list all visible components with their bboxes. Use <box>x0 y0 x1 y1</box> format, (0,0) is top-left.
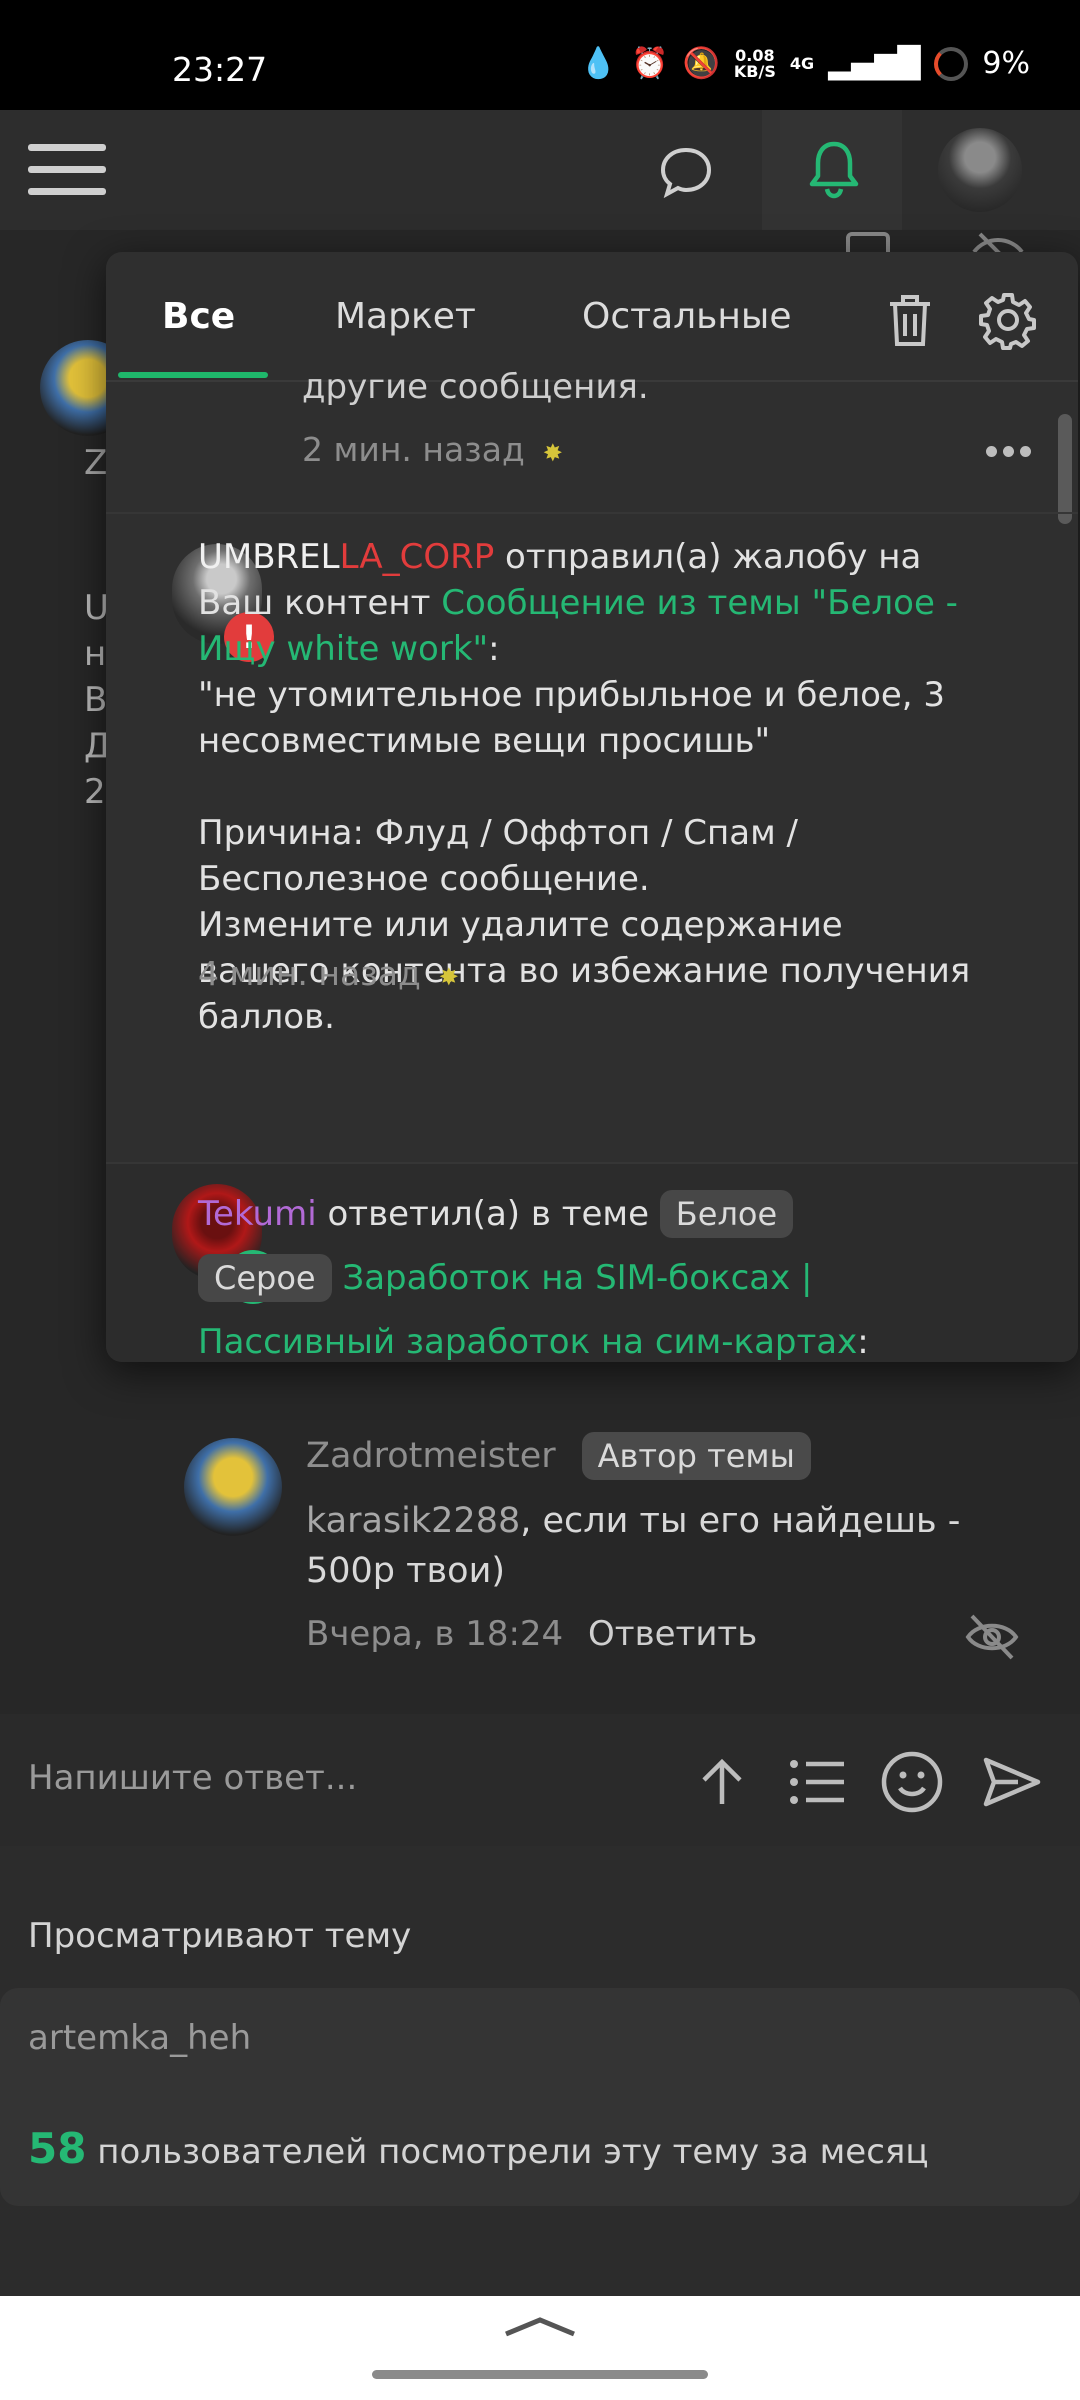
notification-item[interactable]: ! UMBRELLA_CORP отправил(а) жалобу на Ва… <box>106 512 1078 1037</box>
home-indicator[interactable] <box>372 2370 708 2379</box>
tab-other[interactable]: Остальные <box>582 296 792 337</box>
viewers-title: Просматривают тему <box>28 1916 412 1956</box>
avatar[interactable] <box>184 1438 282 1536</box>
reason-text: Причина: Флуд / Оффтоп / Спам / Бесполез… <box>198 813 798 899</box>
views-count: 58 <box>28 2124 87 2173</box>
tab-all[interactable]: Все <box>162 296 235 337</box>
app-header <box>0 110 1080 230</box>
list-icon[interactable] <box>788 1754 848 1810</box>
hide-post-icon[interactable] <box>964 1612 1020 1662</box>
notification-tabs: Все Маркет Остальные <box>106 252 1078 382</box>
popup-scrollbar[interactable] <box>1058 414 1072 524</box>
reply-input[interactable]: Напишите ответ... <box>28 1758 357 1798</box>
trash-icon[interactable] <box>886 292 934 348</box>
notification-body: Tekumi ответил(а) в теме Белое Серое Зар… <box>198 1182 978 1362</box>
alarm-icon: ⏰ <box>631 46 669 81</box>
mute-icon: 🔕 <box>682 46 720 81</box>
views-count-row: 58 пользователей посмотрели эту тему за … <box>28 2124 929 2173</box>
system-nav-bar <box>0 2296 1080 2400</box>
notification-time: 2 мин. назад <box>302 430 525 469</box>
network-speed: 0.08 KB/S <box>733 45 776 81</box>
user-avatar[interactable] <box>938 128 1022 212</box>
menu-icon[interactable] <box>28 136 106 202</box>
reply-bar: Напишите ответ... <box>0 1714 1080 1846</box>
send-icon[interactable] <box>982 1754 1042 1810</box>
tag-badge: Белое <box>659 1190 794 1238</box>
network-type: 4G <box>789 54 815 73</box>
author-badge: Автор темы <box>581 1432 811 1480</box>
active-tab-indicator <box>118 372 268 378</box>
chat-icon[interactable] <box>658 144 714 200</box>
notification-time-row: 2 мин. назад ✸ <box>302 430 563 469</box>
battery-icon <box>934 46 969 81</box>
notification-item[interactable]: Tekumi ответил(а) в теме Белое Серое Зар… <box>106 1162 1078 1362</box>
notification-time: 4 мин. назад <box>198 954 421 993</box>
reply-button[interactable]: Ответить <box>588 1614 757 1654</box>
post-text: karasik2288, если ты его найдешь - 500р … <box>306 1501 961 1591</box>
notifications-popup: Все Маркет Остальные другие сообщения. 2… <box>106 252 1078 1362</box>
mention-link[interactable]: karasik2288 <box>306 1501 520 1541</box>
arrow-up-icon[interactable] <box>694 1754 750 1810</box>
post-author[interactable]: Zadrotmeister <box>306 1436 556 1476</box>
bell-icon <box>809 141 859 199</box>
new-icon: ✸ <box>542 439 563 467</box>
gear-icon[interactable] <box>978 290 1038 350</box>
notification-text: другие сообщения. <box>302 367 649 407</box>
username[interactable]: Tekumi <box>198 1194 317 1234</box>
signal-icon: ▂▄▆█ <box>828 46 921 81</box>
tab-market[interactable]: Маркет <box>335 296 476 337</box>
status-icons: 💧 ⏰ 🔕 0.08 KB/S 4G ▂▄▆█ 9% <box>580 46 1030 81</box>
viewers-box: artemka_heh 58 пользователей посмотрели … <box>0 1988 1080 2206</box>
status-bar: 23:27 💧 ⏰ 🔕 0.08 KB/S 4G ▂▄▆█ 9% <box>0 0 1080 110</box>
notifications-button[interactable] <box>762 110 902 230</box>
truncated-text: Z <box>84 443 108 483</box>
battery-level: 9% <box>982 46 1030 81</box>
emoji-icon[interactable] <box>880 1750 944 1814</box>
status-time: 23:27 <box>172 50 268 89</box>
tag-badge: Серое <box>198 1254 332 1302</box>
post-header: Zadrotmeister Автор темы <box>306 1432 811 1480</box>
new-icon: ✸ <box>438 963 459 991</box>
username[interactable]: UMBRELLA_CORP <box>198 537 494 577</box>
chevron-up-icon[interactable] <box>502 2314 578 2338</box>
quote-text: "не утомительное прибыльное и белое, 3 н… <box>198 675 946 761</box>
post-time: Вчера, в 18:24 <box>306 1614 564 1654</box>
drop-icon: 💧 <box>579 46 618 81</box>
notification-time-row: 4 мин. назад ✸ <box>198 954 459 993</box>
viewer-username[interactable]: artemka_heh <box>28 2018 251 2058</box>
more-icon[interactable] <box>986 442 1037 461</box>
